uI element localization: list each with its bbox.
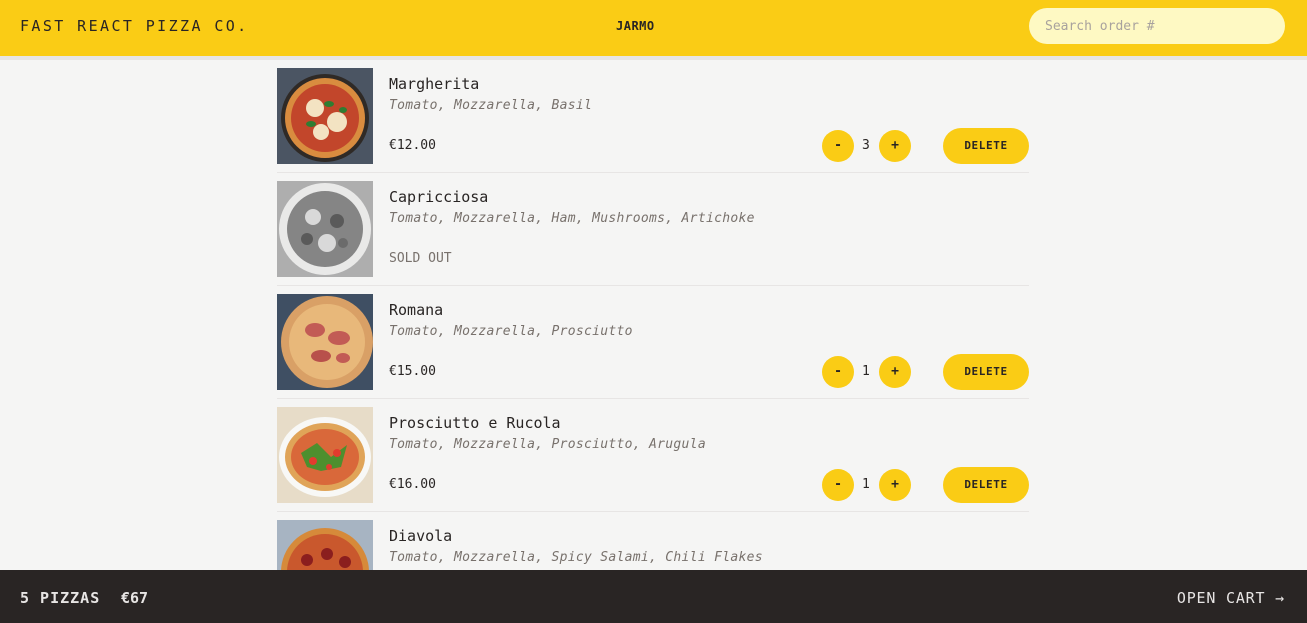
menu-item: Margherita Tomato, Mozzarella, Basil €12…: [277, 60, 1029, 173]
pizza-image: [277, 407, 373, 503]
delete-button[interactable]: DELETE: [943, 467, 1029, 503]
quantity-value: 1: [862, 364, 870, 379]
delete-button[interactable]: DELETE: [943, 354, 1029, 390]
pizza-ingredients: Tomato, Mozzarella, Spicy Salami, Chili …: [389, 550, 763, 565]
delete-button[interactable]: DELETE: [943, 128, 1029, 164]
decrease-quantity-button[interactable]: -: [822, 356, 854, 388]
menu-list: Margherita Tomato, Mozzarella, Basil €12…: [277, 60, 1029, 570]
increase-quantity-button[interactable]: +: [879, 356, 911, 388]
app-header: FAST REACT PIZZA CO. JARMO: [0, 0, 1307, 60]
open-cart-link[interactable]: OPEN CART →: [1177, 589, 1285, 607]
cart-total-price: €67: [121, 589, 149, 607]
decrease-quantity-button[interactable]: -: [822, 130, 854, 162]
decrease-quantity-button[interactable]: -: [822, 469, 854, 501]
increase-quantity-button[interactable]: +: [879, 469, 911, 501]
pizza-name: Prosciutto e Rucola: [389, 414, 561, 432]
pizza-ingredients: Tomato, Mozzarella, Prosciutto: [389, 324, 633, 339]
pizza-image: [277, 68, 373, 164]
menu-item: Prosciutto e Rucola Tomato, Mozzarella, …: [277, 399, 1029, 512]
pizza-name: Romana: [389, 301, 444, 319]
pizza-price: €12.00: [389, 138, 436, 153]
menu-item: Romana Tomato, Mozzarella, Prosciutto €1…: [277, 286, 1029, 399]
pizza-name: Margherita: [389, 75, 480, 93]
quantity-value: 3: [862, 138, 870, 153]
quantity-value: 1: [862, 477, 870, 492]
pizza-name: Diavola: [389, 527, 453, 545]
cart-overview: 5 PIZZAS €67 OPEN CART →: [0, 570, 1307, 623]
search-order-input[interactable]: [1029, 8, 1285, 44]
pizza-image: [277, 294, 373, 390]
increase-quantity-button[interactable]: +: [879, 130, 911, 162]
pizza-price: €15.00: [389, 364, 436, 379]
pizza-price: €16.00: [389, 477, 436, 492]
pizza-ingredients: Tomato, Mozzarella, Prosciutto, Arugula: [389, 437, 706, 452]
logo[interactable]: FAST REACT PIZZA CO.: [20, 17, 249, 35]
menu-item: Capricciosa Tomato, Mozzarella, Ham, Mus…: [277, 173, 1029, 286]
cart-pizza-count: 5 PIZZAS: [20, 589, 101, 607]
username: JARMO: [616, 19, 655, 33]
pizza-image: [277, 520, 373, 570]
sold-out-label: SOLD OUT: [389, 251, 452, 266]
pizza-ingredients: Tomato, Mozzarella, Ham, Mushrooms, Arti…: [389, 211, 755, 226]
pizza-image: [277, 181, 373, 277]
pizza-name: Capricciosa: [389, 188, 489, 206]
pizza-ingredients: Tomato, Mozzarella, Basil: [389, 98, 593, 113]
menu-item: Diavola Tomato, Mozzarella, Spicy Salami…: [277, 512, 1029, 570]
